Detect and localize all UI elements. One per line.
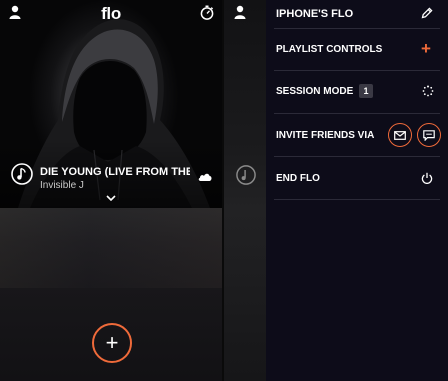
menu-screen: IPHONE'S FLO PLAYLIST CONTROLS + SESSION… <box>224 0 448 381</box>
now-playing-screen: flo DIE YOUNG (LIVE FROM THE... Invisibl… <box>0 0 222 381</box>
menu-item-label: INVITE FRIENDS VIA <box>276 130 375 141</box>
menu-divider <box>274 70 440 71</box>
message-icon <box>423 129 435 141</box>
app-logo: flo <box>101 4 121 23</box>
plus-icon: + <box>105 330 119 355</box>
menu-divider <box>274 199 440 200</box>
side-menu: IPHONE'S FLO PLAYLIST CONTROLS + SESSION… <box>266 0 448 381</box>
menu-item-label: SESSION MODE <box>276 86 354 97</box>
user-icon[interactable] <box>234 5 246 19</box>
menu-item-label: END FLO <box>276 173 320 184</box>
chevron-down-icon[interactable] <box>106 195 116 201</box>
cloud-icon <box>198 173 212 181</box>
session-count-badge: 1 <box>359 84 373 98</box>
music-note-icon <box>11 163 33 185</box>
menu-divider <box>274 156 440 157</box>
music-note-icon <box>236 165 256 185</box>
timer-icon[interactable] <box>200 5 214 20</box>
menu-item-label: PLAYLIST CONTROLS <box>276 44 383 55</box>
menu-divider <box>274 28 440 29</box>
mail-icon <box>394 130 406 140</box>
flo-name: IPHONE'S FLO <box>276 8 354 20</box>
plus-icon[interactable]: + <box>421 40 431 57</box>
spinner-icon[interactable] <box>422 85 434 97</box>
track-title[interactable]: DIE YOUNG (LIVE FROM THE... <box>40 166 190 178</box>
power-icon[interactable] <box>421 172 433 184</box>
invite-message-button[interactable] <box>417 123 441 147</box>
track-artist: Invisible J <box>40 180 84 191</box>
now-playing-peek[interactable] <box>224 0 266 381</box>
pencil-icon[interactable] <box>421 7 433 19</box>
add-song-button[interactable]: + <box>92 323 132 363</box>
menu-divider <box>274 113 440 114</box>
invite-email-button[interactable] <box>388 123 412 147</box>
